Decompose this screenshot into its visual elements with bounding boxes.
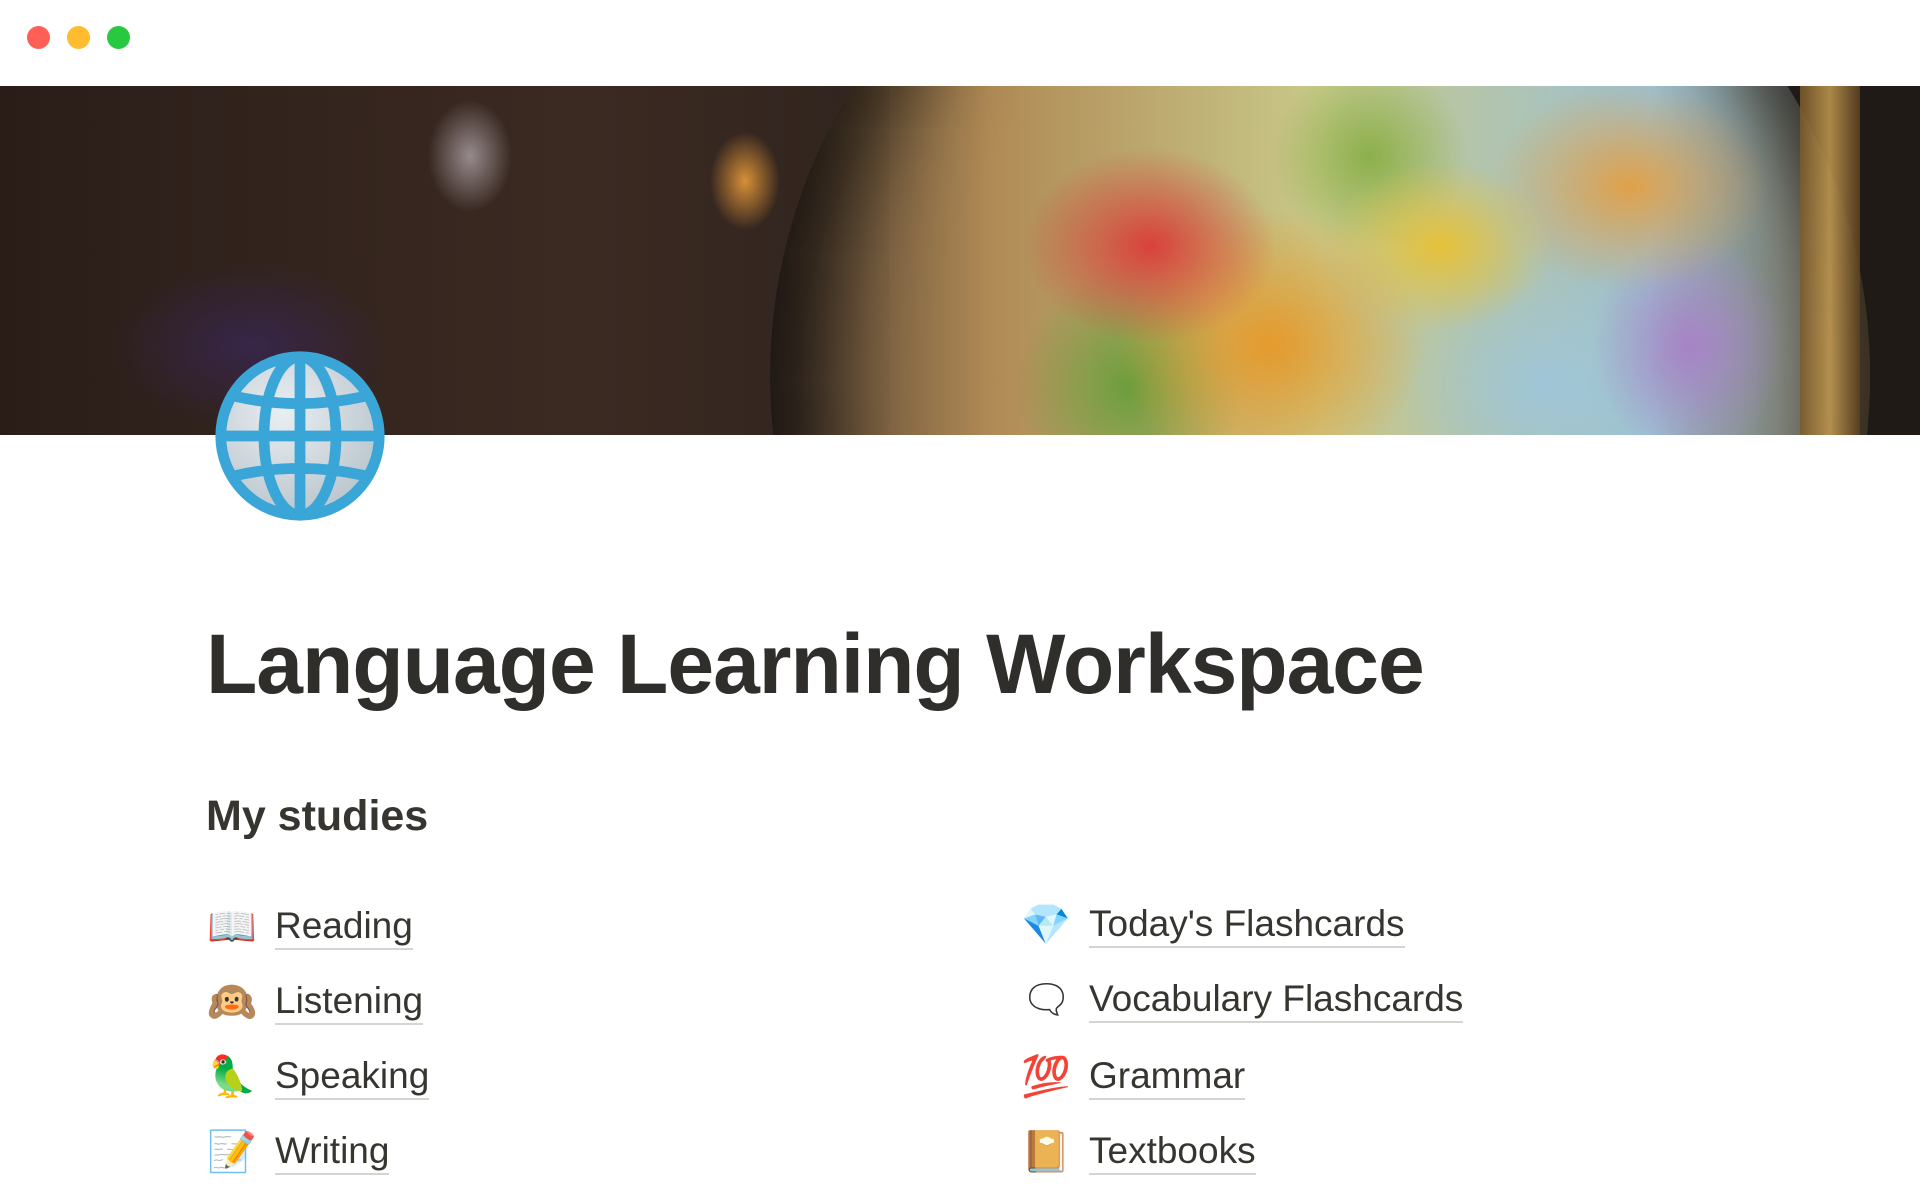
hear-no-evil-monkey-icon: 🙉: [207, 980, 257, 1024]
link-label[interactable]: Textbooks: [1089, 1129, 1256, 1175]
page-title: Language Learning Workspace: [206, 617, 1425, 711]
speech-bubble-icon: 🗨: [1021, 978, 1072, 1022]
link-vocabulary-flashcards[interactable]: 🗨 Vocabulary Flashcards: [1021, 972, 1464, 1028]
link-grammar[interactable]: 💯 Grammar: [1021, 1049, 1246, 1105]
parrot-icon: 🦜: [207, 1055, 257, 1099]
link-reading[interactable]: 📖 Reading: [207, 899, 413, 955]
link-speaking[interactable]: 🦜 Speaking: [207, 1049, 430, 1105]
notebook-icon: 📔: [1021, 1130, 1071, 1174]
section-heading: My studies: [206, 792, 429, 840]
close-window-button[interactable]: [27, 26, 50, 49]
window-titlebar: [0, 0, 1920, 86]
link-label[interactable]: Writing: [275, 1129, 390, 1175]
link-label[interactable]: Reading: [275, 904, 413, 950]
link-label[interactable]: Grammar: [1089, 1054, 1246, 1100]
globe-photo: [770, 86, 1870, 435]
open-book-icon: 📖: [207, 905, 257, 949]
maximize-window-button[interactable]: [107, 26, 130, 49]
minimize-window-button[interactable]: [67, 26, 90, 49]
link-textbooks[interactable]: 📔 Textbooks: [1021, 1124, 1256, 1180]
memo-icon: 📝: [207, 1130, 257, 1174]
globe-icon[interactable]: [210, 346, 390, 526]
link-writing[interactable]: 📝 Writing: [207, 1124, 390, 1180]
link-label[interactable]: Listening: [275, 979, 424, 1025]
gem-icon: 💎: [1021, 903, 1071, 947]
link-label[interactable]: Today's Flashcards: [1089, 902, 1405, 948]
link-todays-flashcards[interactable]: 💎 Today's Flashcards: [1021, 897, 1405, 953]
globe-stand: [1800, 86, 1860, 435]
link-listening[interactable]: 🙉 Listening: [207, 974, 424, 1030]
link-label[interactable]: Vocabulary Flashcards: [1089, 977, 1464, 1023]
link-label[interactable]: Speaking: [275, 1054, 430, 1100]
hundred-points-icon: 💯: [1021, 1055, 1071, 1099]
